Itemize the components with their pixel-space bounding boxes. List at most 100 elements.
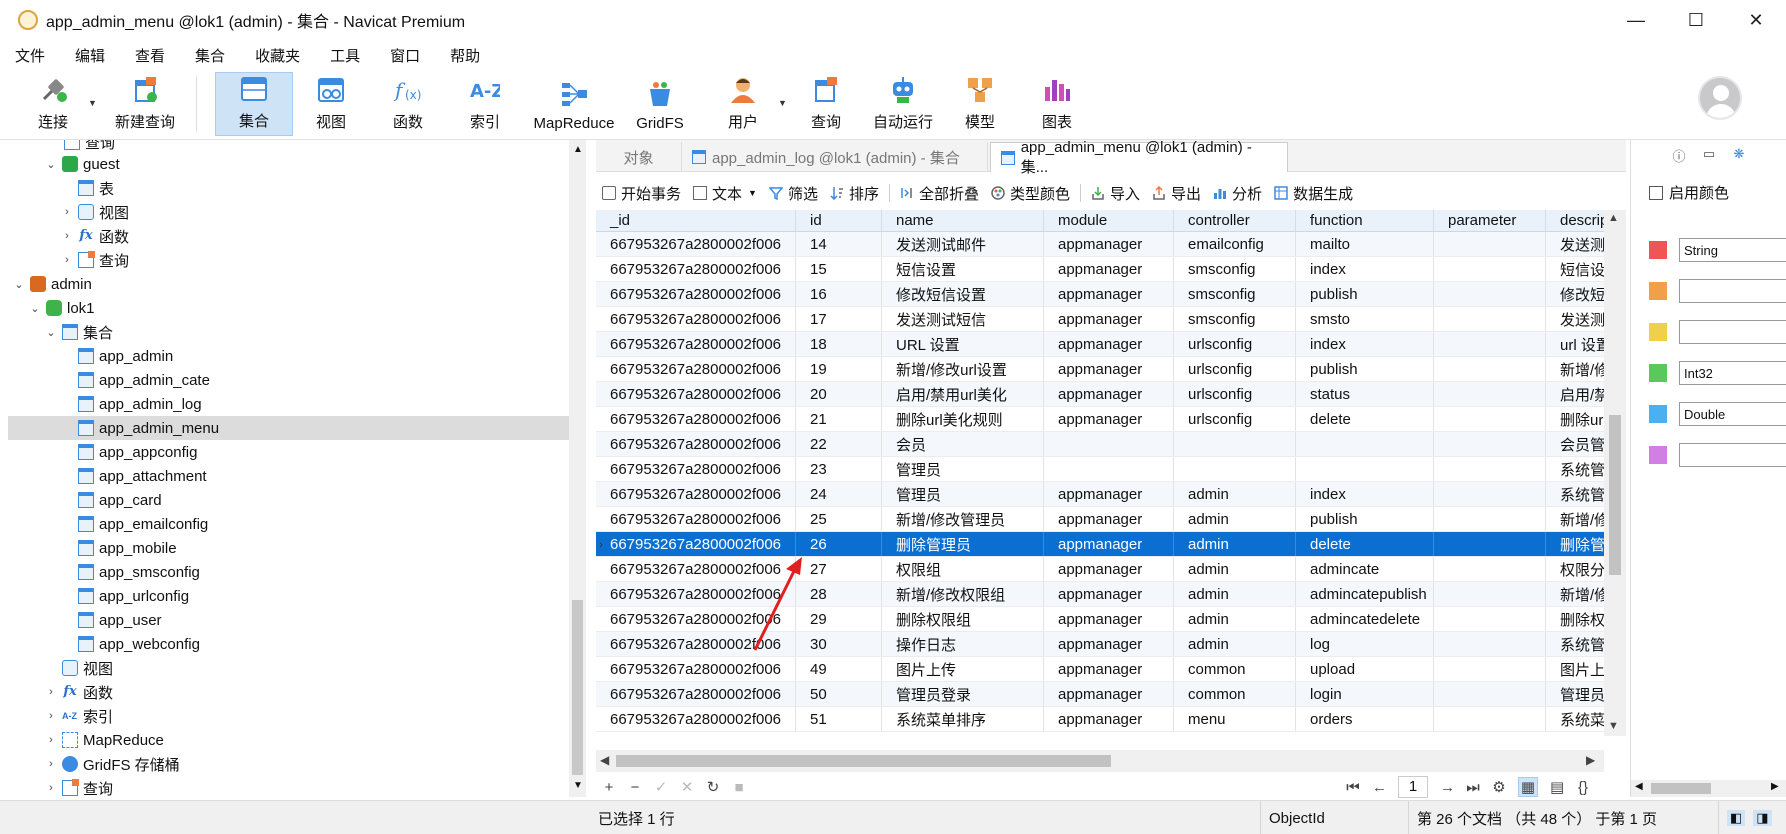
grid-hscroll-thumb[interactable] [616, 755, 1111, 767]
menu-window[interactable]: 窗口 [375, 45, 435, 66]
table-cell[interactable]: 系统管理 [1546, 457, 1604, 481]
table-cell[interactable]: 21 [796, 407, 882, 431]
table-cell[interactable]: appmanager [1044, 657, 1174, 681]
tree-item-query[interactable]: › 查询 [8, 248, 569, 272]
prev-page-icon[interactable]: ← [1372, 779, 1387, 796]
tree-item-app-appconfig[interactable]: app_appconfig [8, 440, 569, 464]
maximize-button[interactable]: ☐ [1666, 0, 1726, 40]
table-cell[interactable]: 30 [796, 632, 882, 656]
table-cell[interactable]: admincatedelete [1296, 607, 1434, 631]
close-button[interactable]: ✕ [1726, 0, 1786, 40]
table-cell[interactable] [1434, 432, 1546, 456]
chevron-down-icon[interactable]: ⌄ [44, 158, 58, 171]
chevron-right-icon[interactable]: › [44, 710, 58, 722]
tree-item-table[interactable]: 表 [8, 176, 569, 200]
menu-tools[interactable]: 工具 [315, 45, 375, 66]
table-cell[interactable]: 系统菜单 [1546, 707, 1604, 731]
table-cell[interactable]: admincatepublish [1296, 582, 1434, 606]
table-cell[interactable]: 启用/禁用url美化 [882, 382, 1044, 406]
page-number-input[interactable]: 1 [1398, 776, 1428, 798]
tree-item-app-webconfig[interactable]: app_webconfig [8, 632, 569, 656]
table-row[interactable]: 667953267a2800002f006 18 URL 设置 appmanager u… [596, 332, 1604, 357]
tree-item-app-card[interactable]: app_card [8, 488, 569, 512]
table-cell[interactable]: 667953267a2800002f006 [596, 707, 796, 731]
table-cell[interactable]: 发送测试邮件 [882, 232, 1044, 256]
chevron-down-icon[interactable]: ⌄ [44, 326, 58, 339]
table-cell[interactable]: appmanager [1044, 332, 1174, 356]
data-generation-button[interactable]: 数据生成 [1274, 183, 1353, 204]
menu-edit[interactable]: 编辑 [60, 45, 120, 66]
table-cell[interactable]: appmanager [1044, 607, 1174, 631]
table-cell[interactable]: 会员 [882, 432, 1044, 456]
tree-item-app-admin-log[interactable]: app_admin_log [8, 392, 569, 416]
table-cell[interactable]: 新增/修改 [1546, 582, 1604, 606]
table-cell[interactable]: emailconfig [1174, 232, 1296, 256]
table-cell[interactable] [1434, 482, 1546, 506]
table-cell[interactable]: 删除权限组 [882, 607, 1044, 631]
tree-item-app-user[interactable]: app_user [8, 608, 569, 632]
text-button[interactable]: 文本 ▼ [693, 183, 757, 204]
table-cell[interactable]: 50 [796, 682, 882, 706]
table-cell[interactable]: 会员管理 [1546, 432, 1604, 456]
menu-favorites[interactable]: 收藏夹 [240, 45, 315, 66]
type-name-input[interactable]: String [1679, 238, 1786, 262]
table-cell[interactable]: 发送测试 [1546, 232, 1604, 256]
apply-icon[interactable]: ✓ [654, 778, 668, 796]
tree-item-app-smsconfig[interactable]: app_smsconfig [8, 560, 569, 584]
table-row[interactable]: 667953267a2800002f006 19 新增/修改url设置 appmana… [596, 357, 1604, 382]
scroll-up-icon[interactable]: ▲ [573, 144, 583, 155]
table-cell[interactable]: 28 [796, 582, 882, 606]
automation-button[interactable]: 自动运行 [868, 72, 938, 136]
table-cell[interactable]: appmanager [1044, 357, 1174, 381]
chevron-right-icon[interactable]: › [44, 782, 58, 794]
tree-item-app-admin[interactable]: app_admin [8, 344, 569, 368]
import-button[interactable]: 导入 [1091, 183, 1140, 204]
table-row[interactable]: 667953267a2800002f006 20 启用/禁用url美化 appmana… [596, 382, 1604, 407]
first-page-icon[interactable]: ⏮ [1346, 779, 1360, 796]
right-panel-toggle-icon[interactable]: ◨ [1753, 810, 1772, 826]
table-cell[interactable]: 22 [796, 432, 882, 456]
table-cell[interactable]: 修改短信 [1546, 282, 1604, 306]
table-cell[interactable]: 删除url美化规则 [882, 407, 1044, 431]
table-cell[interactable] [1434, 607, 1546, 631]
type-name-input[interactable] [1679, 320, 1786, 344]
table-cell[interactable]: 19 [796, 357, 882, 381]
grid-view-icon[interactable]: ▦ [1518, 777, 1538, 797]
table-cell[interactable]: admin [1174, 482, 1296, 506]
tree-item-collections[interactable]: ⌄ 集合 [8, 320, 569, 344]
table-cell[interactable]: 667953267a2800002f006 [596, 482, 796, 506]
table-cell[interactable]: 25 [796, 507, 882, 531]
minimize-button[interactable]: — [1606, 0, 1666, 40]
table-cell[interactable] [1434, 382, 1546, 406]
table-row[interactable]: 667953267a2800002f006 49 图片上传 appmanager com… [596, 657, 1604, 682]
color-swatch[interactable] [1649, 364, 1667, 382]
table-cell[interactable]: 667953267a2800002f006 [596, 432, 796, 456]
table-cell[interactable] [1174, 432, 1296, 456]
table-cell[interactable]: status [1296, 382, 1434, 406]
table-cell[interactable]: appmanager [1044, 707, 1174, 731]
model-button[interactable]: 模型 [952, 72, 1008, 136]
table-cell[interactable]: 发送测试短信 [882, 307, 1044, 331]
tree-scroll-thumb[interactable] [572, 600, 583, 775]
table-cell[interactable]: appmanager [1044, 557, 1174, 581]
table-cell[interactable]: appmanager [1044, 482, 1174, 506]
analyze-button[interactable]: 分析 [1213, 183, 1262, 204]
color-swatch[interactable] [1649, 282, 1667, 300]
table-cell[interactable] [1434, 682, 1546, 706]
table-cell[interactable]: 启用/禁用 [1546, 382, 1604, 406]
table-cell[interactable]: index [1296, 257, 1434, 281]
column-header[interactable]: function [1296, 210, 1434, 231]
collapse-all-button[interactable]: 全部折叠 [900, 183, 979, 204]
delete-record-icon[interactable]: − [628, 779, 642, 796]
table-cell[interactable]: 图片上传 [1546, 657, 1604, 681]
table-cell[interactable]: admin [1174, 607, 1296, 631]
table-cell[interactable]: appmanager [1044, 682, 1174, 706]
menu-view[interactable]: 查看 [120, 45, 180, 66]
scroll-down-icon[interactable]: ▼ [573, 780, 583, 791]
begin-transaction-button[interactable]: 开始事务 [602, 183, 681, 204]
table-cell[interactable]: smsto [1296, 307, 1434, 331]
table-cell[interactable]: admin [1174, 557, 1296, 581]
column-header[interactable]: name [882, 210, 1044, 231]
table-row[interactable]: 667953267a2800002f006 15 短信设置 appmanager sms… [596, 257, 1604, 282]
panel-scroll-thumb[interactable] [1651, 783, 1711, 794]
